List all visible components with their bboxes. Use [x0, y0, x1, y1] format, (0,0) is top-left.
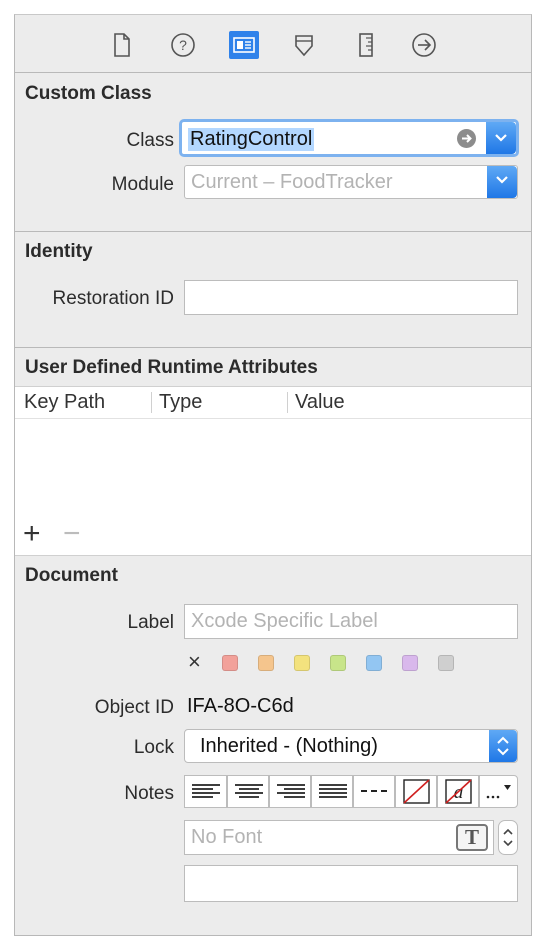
- font-picker-icon[interactable]: T: [456, 824, 488, 851]
- connections-inspector-icon[interactable]: [411, 32, 437, 58]
- color-label-swatch[interactable]: [366, 655, 382, 671]
- module-dropdown-button[interactable]: [487, 166, 517, 198]
- background-color-button[interactable]: a: [437, 775, 479, 808]
- natural-alignment-icon: [361, 790, 387, 792]
- ellipsis-dropdown-icon: [486, 785, 511, 799]
- table-header: Key Path Type Value: [15, 387, 531, 419]
- align-right-icon: [277, 784, 305, 798]
- svg-text:?: ?: [179, 37, 187, 53]
- divider: [15, 72, 531, 73]
- divider: [15, 231, 531, 232]
- object-id-value: IFA-8O-C6d: [187, 695, 294, 717]
- color-label-swatch[interactable]: [438, 655, 454, 671]
- notes-label: Notes: [124, 783, 174, 804]
- module-value: Current – FoodTracker: [191, 171, 393, 193]
- color-label-swatch[interactable]: [294, 655, 310, 671]
- runtime-attributes-title: User Defined Runtime Attributes: [25, 357, 318, 378]
- identity-title: Identity: [25, 241, 93, 262]
- chevron-down-icon: [495, 134, 507, 142]
- align-right-button[interactable]: [269, 775, 311, 808]
- class-value[interactable]: RatingControl: [188, 128, 315, 151]
- inspector-toolbar: ?: [15, 15, 531, 72]
- chevron-down-icon: [496, 176, 508, 184]
- identity-inspector-icon[interactable]: [229, 31, 259, 59]
- column-key-path[interactable]: Key Path: [24, 391, 105, 414]
- custom-class-title: Custom Class: [25, 83, 152, 104]
- more-formatting-button[interactable]: [479, 775, 518, 808]
- document-title: Document: [25, 565, 118, 586]
- column-separator: [287, 392, 288, 413]
- lock-label: Lock: [133, 737, 174, 758]
- column-separator: [151, 392, 152, 413]
- natural-alignment-button[interactable]: [353, 775, 395, 808]
- clear-color-label-button[interactable]: ×: [188, 651, 201, 673]
- align-left-button[interactable]: [184, 775, 227, 808]
- align-center-button[interactable]: [227, 775, 269, 808]
- color-label-swatch[interactable]: [330, 655, 346, 671]
- color-label-swatch[interactable]: [222, 655, 238, 671]
- identity-inspector-panel: ? Custom Class Class RatingControl Modul…: [14, 14, 532, 936]
- add-attribute-button[interactable]: +: [23, 519, 41, 549]
- quick-help-icon[interactable]: ?: [170, 32, 196, 58]
- class-dropdown-button[interactable]: [486, 122, 516, 154]
- lock-value: Inherited - (Nothing): [200, 735, 378, 757]
- class-label: Class: [126, 130, 174, 151]
- module-label: Module: [111, 174, 174, 195]
- notes-text-area[interactable]: [184, 865, 518, 902]
- font-size-stepper[interactable]: [498, 820, 518, 855]
- text-color-button[interactable]: [395, 775, 437, 808]
- lock-popup-button[interactable]: Inherited - (Nothing): [184, 729, 518, 763]
- column-type[interactable]: Type: [159, 391, 202, 414]
- font-placeholder: No Font: [191, 826, 263, 848]
- document-label-label: Label: [127, 612, 175, 633]
- module-combo-box[interactable]: Current – FoodTracker: [184, 165, 518, 199]
- lock-stepper-icon[interactable]: [489, 730, 517, 762]
- remove-attribute-button[interactable]: −: [63, 519, 81, 549]
- color-label-swatch[interactable]: [258, 655, 274, 671]
- attributes-inspector-icon[interactable]: [291, 32, 317, 58]
- justify-icon: [319, 784, 347, 798]
- restoration-id-field[interactable]: [184, 280, 518, 315]
- font-field[interactable]: No Font T: [184, 820, 494, 855]
- justify-button[interactable]: [311, 775, 353, 808]
- document-label-field[interactable]: Xcode Specific Label: [184, 604, 518, 639]
- file-inspector-icon[interactable]: [109, 32, 135, 58]
- text-background-icon: a: [445, 779, 472, 804]
- color-label-swatch[interactable]: [402, 655, 418, 671]
- document-label-placeholder: Xcode Specific Label: [191, 610, 378, 632]
- class-navigate-arrow-icon[interactable]: [457, 129, 476, 148]
- column-value[interactable]: Value: [295, 391, 345, 414]
- no-color-icon: [403, 779, 430, 804]
- align-center-icon: [235, 784, 263, 798]
- stepper-arrows-icon: [503, 828, 513, 847]
- object-id-label: Object ID: [94, 697, 174, 718]
- divider: [15, 347, 531, 348]
- align-left-icon: [192, 784, 220, 798]
- size-inspector-icon[interactable]: [353, 32, 379, 58]
- restoration-id-label: Restoration ID: [52, 288, 174, 309]
- runtime-attributes-table[interactable]: Key Path Type Value + −: [15, 386, 531, 556]
- class-combo-box[interactable]: RatingControl: [179, 119, 519, 157]
